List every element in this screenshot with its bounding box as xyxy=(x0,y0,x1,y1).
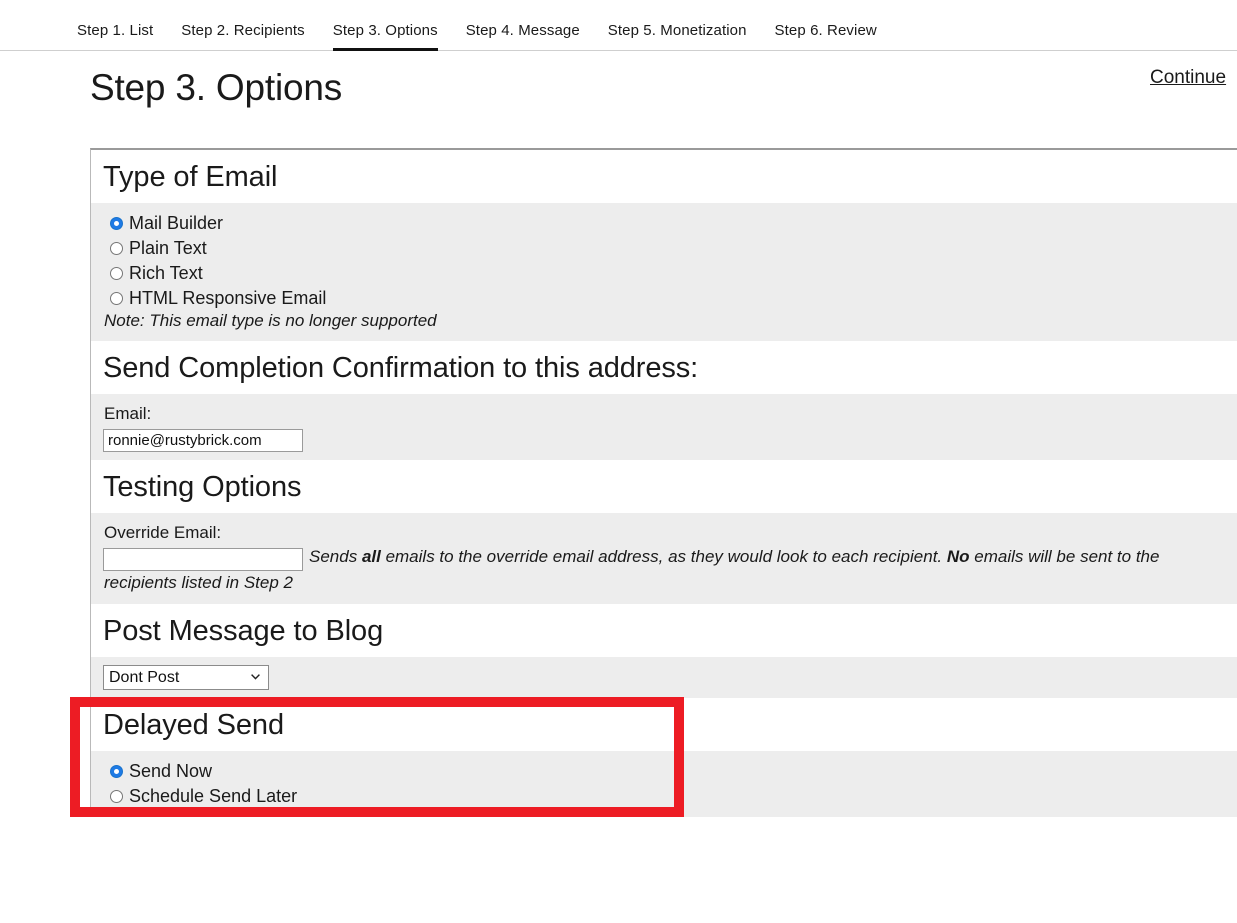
radio-label-html-responsive-email: HTML Responsive Email xyxy=(129,287,327,308)
radio-mail-builder[interactable] xyxy=(110,217,123,231)
section-body-delayed-send: Send Now Schedule Send Later xyxy=(91,751,1237,818)
email-field-label: Email: xyxy=(104,404,152,424)
radio-label-mail-builder: Mail Builder xyxy=(129,213,224,234)
radio-label-plain-text: Plain Text xyxy=(129,238,207,259)
section-title-testing-options: Testing Options xyxy=(91,460,1237,514)
section-title-delayed-send: Delayed Send xyxy=(91,698,1237,752)
options-form-panel: Type of Email Mail Builder Plain Text Ri… xyxy=(90,148,1237,818)
page-header: Step 3. Options Continue xyxy=(0,51,1237,148)
helper-part-2: emails to the override email address, as… xyxy=(380,547,947,567)
tab-step-2-recipients[interactable]: Step 2. Recipients xyxy=(181,0,305,51)
override-email-row: Sends all emails to the override email a… xyxy=(103,545,1237,596)
step-tabbar: Step 1. List Step 2. Recipients Step 3. … xyxy=(0,0,1237,51)
step-tabs: Step 1. List Step 2. Recipients Step 3. … xyxy=(0,0,1237,51)
helper-part-1: Sends xyxy=(309,547,362,567)
radio-plain-text[interactable] xyxy=(110,242,123,256)
blog-post-select[interactable]: Dont Post xyxy=(103,665,269,691)
tab-step-6-review[interactable]: Step 6. Review xyxy=(775,0,877,51)
radio-schedule-send-later[interactable] xyxy=(110,790,123,804)
tab-step-4-message[interactable]: Step 4. Message xyxy=(466,0,580,51)
confirmation-email-input[interactable] xyxy=(103,429,303,453)
section-title-send-completion-confirmation: Send Completion Confirmation to this add… xyxy=(91,341,1237,395)
radio-send-now[interactable] xyxy=(110,765,123,779)
radio-row-rich-text[interactable]: Rich Text xyxy=(103,261,1237,286)
section-title-post-message-to-blog: Post Message to Blog xyxy=(91,603,1237,658)
radio-row-schedule-send-later[interactable]: Schedule Send Later xyxy=(103,784,1237,809)
tab-step-3-options[interactable]: Step 3. Options xyxy=(332,0,438,51)
radio-row-html-responsive-email[interactable]: HTML Responsive Email xyxy=(103,286,1237,310)
override-email-input[interactable] xyxy=(103,548,303,572)
helper-part-3: emails will be sent to the xyxy=(969,547,1160,567)
radio-rich-text[interactable] xyxy=(110,267,123,281)
radio-label-rich-text: Rich Text xyxy=(129,263,203,284)
radio-label-send-now: Send Now xyxy=(129,761,213,782)
helper-bold-no: No xyxy=(946,547,970,567)
radio-label-schedule-send-later: Schedule Send Later xyxy=(129,786,298,807)
section-body-post-message-to-blog: Dont Post xyxy=(91,657,1237,699)
radio-html-responsive-email[interactable] xyxy=(110,291,123,305)
section-title-type-of-email: Type of Email xyxy=(91,150,1237,204)
section-body-testing-options: Override Email: Sends all emails to the … xyxy=(91,513,1237,604)
override-email-helper: Sends all emails to the override email a… xyxy=(309,545,1237,570)
continue-link[interactable]: Continue xyxy=(1150,67,1226,89)
radio-row-mail-builder[interactable]: Mail Builder xyxy=(103,211,1237,236)
section-body-type-of-email: Mail Builder Plain Text Rich Text HTML R… xyxy=(91,203,1237,342)
radio-row-plain-text[interactable]: Plain Text xyxy=(103,236,1237,261)
tab-step-1-list[interactable]: Step 1. List xyxy=(77,0,153,51)
helper-bold-all: all xyxy=(361,547,381,567)
radio-row-send-now[interactable]: Send Now xyxy=(103,759,1237,784)
tab-step-5-monetization[interactable]: Step 5. Monetization xyxy=(608,0,747,51)
override-email-helper-line2: recipients listed in Step 2 xyxy=(104,573,293,593)
override-email-label: Override Email: xyxy=(104,523,222,543)
section-body-send-completion-confirmation: Email: xyxy=(91,394,1237,461)
html-email-deprecation-note: Note: This email type is no longer suppo… xyxy=(104,311,437,331)
blog-post-select-wrapper: Dont Post xyxy=(103,665,269,691)
page-title: Step 3. Options xyxy=(90,67,343,108)
